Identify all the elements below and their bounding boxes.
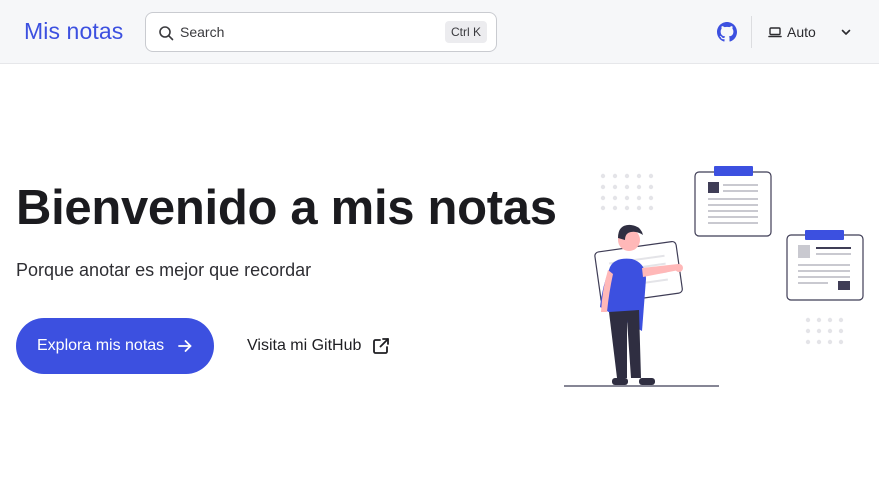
explore-notes-button[interactable]: Explora mis notas <box>16 318 214 374</box>
theme-switcher-label: Auto <box>787 24 816 40</box>
hero-title: Bienvenido a mis notas <box>16 181 557 235</box>
chevron-down-icon <box>841 29 851 35</box>
note-card-2 <box>786 230 864 301</box>
explore-notes-label: Explora mis notas <box>37 337 165 354</box>
visit-github-label: Visita mi GitHub <box>247 337 362 354</box>
search-shortcut-badge: Ctrl K <box>445 21 487 43</box>
header-divider <box>751 16 752 48</box>
dot-grid-top <box>600 173 654 211</box>
visit-github-link[interactable]: Visita mi GitHub <box>247 334 390 358</box>
person-figure <box>564 224 719 387</box>
notes-illustration <box>564 166 864 387</box>
github-icon[interactable] <box>717 22 737 42</box>
monitor-icon <box>768 27 782 38</box>
hero-tagline: Porque anotar es mejor que recordar <box>16 260 312 280</box>
top-navbar: Mis notas Search Ctrl K Auto <box>0 0 879 64</box>
arrow-right-icon <box>178 340 192 352</box>
note-card-1 <box>694 166 772 237</box>
site-logo-link[interactable]: Mis notas <box>24 18 123 45</box>
search-placeholder: Search <box>180 24 225 40</box>
search-box[interactable]: Search Ctrl K <box>145 12 497 52</box>
theme-switcher[interactable]: Auto <box>766 18 858 46</box>
external-link-icon <box>373 338 390 354</box>
dot-grid-bottom <box>805 317 844 345</box>
search-icon <box>159 26 174 41</box>
